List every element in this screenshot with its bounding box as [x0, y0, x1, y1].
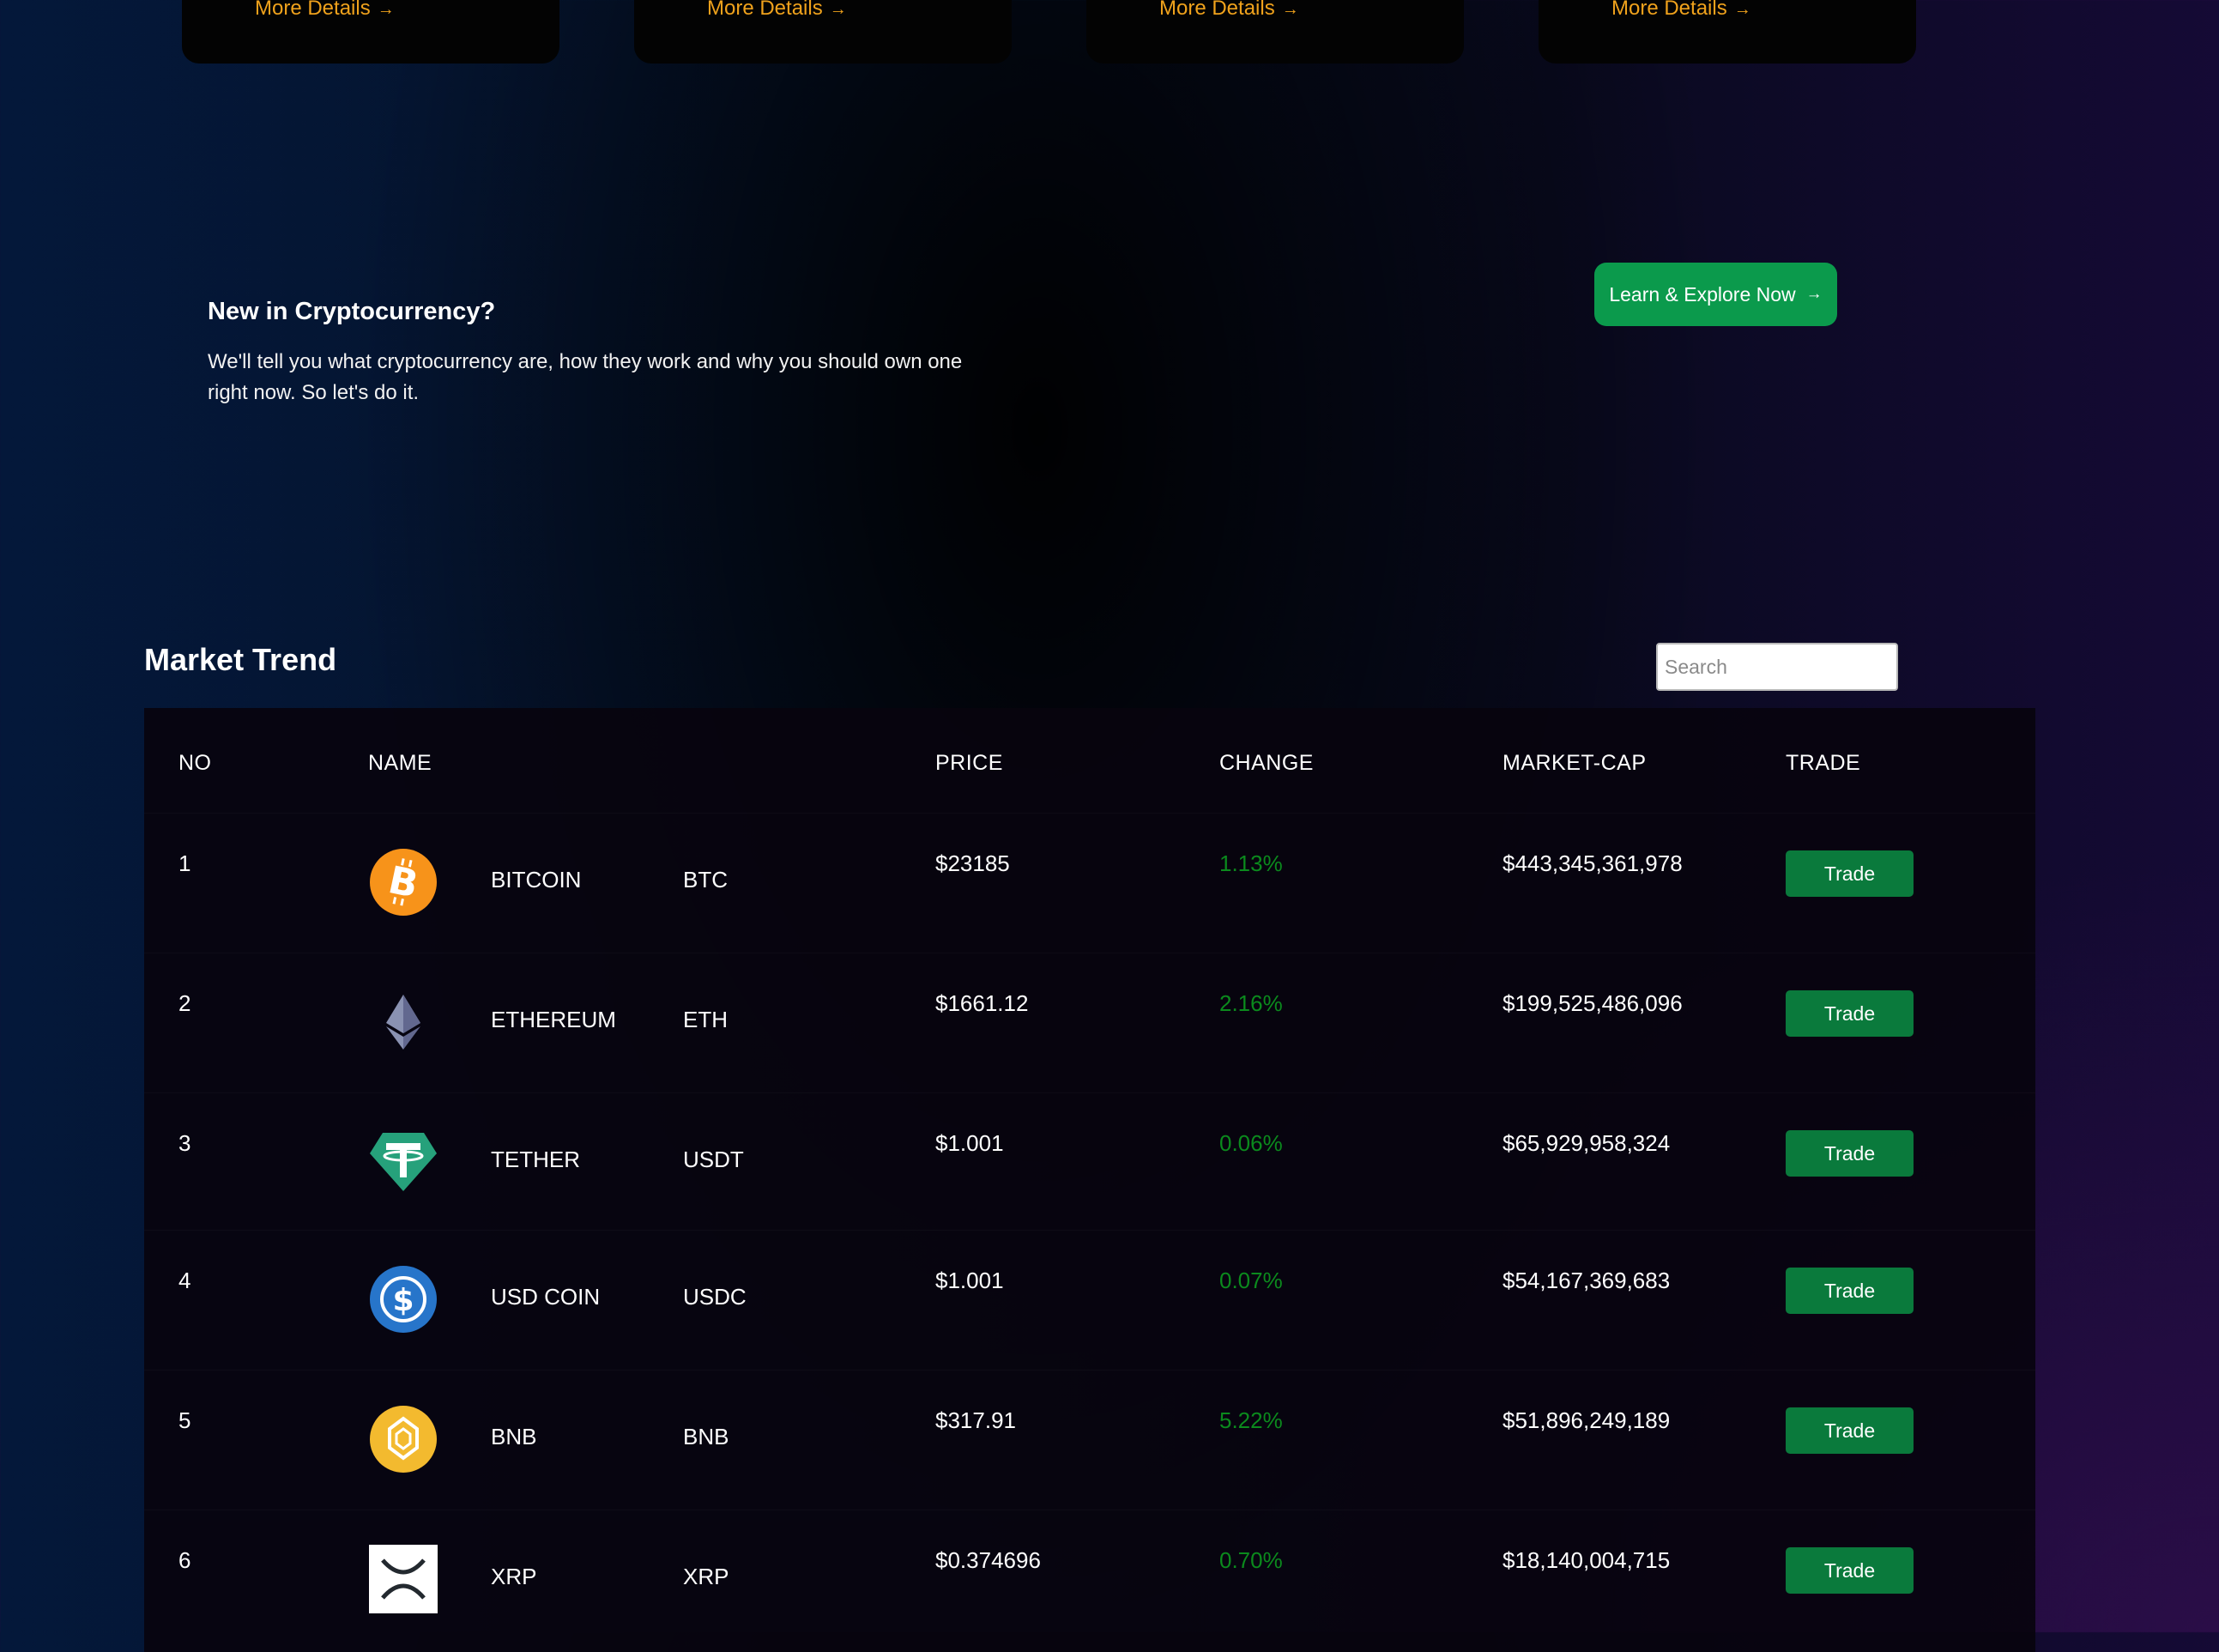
header-market-cap: MARKET-CAP	[1503, 751, 1647, 775]
coin-name: USD COIN	[491, 1284, 601, 1310]
trade-button[interactable]: Trade	[1786, 1547, 1914, 1594]
header-name: NAME	[368, 751, 432, 775]
row-number: 2	[178, 990, 191, 1016]
coin-price: $1.001	[935, 1130, 1004, 1156]
table-row: 6 XRP XRP $0.374696 0.70% $18,140,004,71…	[144, 1510, 2035, 1650]
xrp-icon	[369, 1545, 438, 1613]
trade-button[interactable]: Trade	[1786, 1407, 1914, 1454]
search-input[interactable]	[1656, 643, 1898, 691]
coin-symbol: XRP	[683, 1564, 729, 1589]
more-details-label: More Details	[1611, 0, 1727, 20]
feature-card-1: More Details →	[182, 0, 559, 64]
feature-card-3: More Details →	[1086, 0, 1464, 64]
table-row: 3 TETHER USDT $1.001 0.06% $65,929,958,3…	[144, 1092, 2035, 1233]
row-number: 4	[178, 1268, 191, 1293]
feature-card-2: More Details →	[634, 0, 1012, 64]
coin-symbol: BTC	[683, 867, 728, 893]
coin-name: ETHEREUM	[491, 1007, 616, 1032]
arrow-right-icon: →	[1805, 285, 1823, 303]
more-details-label: More Details	[1159, 0, 1275, 20]
coin-price: $23185	[935, 850, 1010, 876]
arrow-right-icon: →	[377, 0, 395, 19]
more-details-link[interactable]: More Details →	[255, 0, 395, 21]
svg-text:$: $	[392, 1283, 414, 1318]
feature-card-4: More Details →	[1539, 0, 1916, 64]
coin-market-cap: $51,896,249,189	[1503, 1407, 1671, 1433]
row-number: 6	[178, 1547, 191, 1573]
bnb-icon	[370, 1406, 437, 1473]
row-number: 1	[178, 850, 191, 876]
coin-price: $317.91	[935, 1407, 1016, 1433]
header-no: NO	[178, 751, 212, 775]
coin-symbol: USDC	[683, 1284, 747, 1310]
header-trade: TRADE	[1786, 751, 1861, 775]
coin-change: 1.13%	[1219, 850, 1283, 876]
coin-price: $1661.12	[935, 990, 1029, 1016]
trade-button[interactable]: Trade	[1786, 990, 1914, 1037]
bitcoin-icon: B	[370, 849, 437, 916]
arrow-right-icon: →	[1733, 0, 1751, 19]
more-details-label: More Details	[255, 0, 371, 20]
market-table: NO NAME PRICE CHANGE MARKET-CAP TRADE 1 …	[144, 708, 2035, 1652]
tether-icon	[370, 1133, 437, 1191]
intro-title: New in Cryptocurrency?	[208, 298, 496, 325]
coin-market-cap: $18,140,004,715	[1503, 1547, 1671, 1573]
header-change: CHANGE	[1219, 751, 1314, 775]
ethereum-icon	[386, 995, 420, 1050]
table-row: 5 BNB BNB $317.91 5.22% $51,896,249,189 …	[144, 1370, 2035, 1510]
coin-name: BITCOIN	[491, 867, 582, 893]
header-price: PRICE	[935, 751, 1003, 775]
trade-button[interactable]: Trade	[1786, 1130, 1914, 1177]
coin-symbol: USDT	[683, 1147, 744, 1172]
coin-market-cap: $65,929,958,324	[1503, 1130, 1671, 1156]
coin-price: $0.374696	[935, 1547, 1041, 1573]
row-number: 5	[178, 1407, 191, 1433]
coin-name: XRP	[491, 1564, 537, 1589]
coin-name: TETHER	[491, 1147, 580, 1172]
coin-price: $1.001	[935, 1268, 1004, 1293]
coin-market-cap: $199,525,486,096	[1503, 990, 1683, 1016]
more-details-link[interactable]: More Details →	[1611, 0, 1751, 21]
more-details-link[interactable]: More Details →	[1159, 0, 1299, 21]
table-row: 1 B BITCOIN BTC $23185 1.13% $443,345,36…	[144, 813, 2035, 953]
trade-button[interactable]: Trade	[1786, 1268, 1914, 1314]
coin-name: BNB	[491, 1424, 537, 1449]
intro-text: We'll tell you what cryptocurrency are, …	[208, 350, 963, 404]
arrow-right-icon: →	[1281, 0, 1299, 19]
coin-symbol: ETH	[683, 1007, 728, 1032]
coin-change: 0.07%	[1219, 1268, 1283, 1293]
more-details-link[interactable]: More Details →	[707, 0, 847, 21]
coin-change: 0.70%	[1219, 1547, 1283, 1573]
arrow-right-icon: →	[829, 0, 847, 19]
coin-change: 0.06%	[1219, 1130, 1283, 1156]
coin-change: 2.16%	[1219, 990, 1283, 1016]
coin-change: 5.22%	[1219, 1407, 1283, 1433]
learn-explore-button[interactable]: Learn & Explore Now →	[1594, 263, 1837, 326]
coin-market-cap: $443,345,361,978	[1503, 850, 1683, 876]
table-row: 4 $ USD COIN USDC $1.001 0.07% $54,167,3…	[144, 1230, 2035, 1371]
more-details-label: More Details	[707, 0, 823, 20]
trade-button[interactable]: Trade	[1786, 850, 1914, 897]
market-trend-title: Market Trend	[144, 642, 337, 677]
learn-explore-label: Learn & Explore Now	[1609, 282, 1796, 306]
coin-market-cap: $54,167,369,683	[1503, 1268, 1671, 1293]
coin-symbol: BNB	[683, 1424, 729, 1449]
table-header: NO NAME PRICE CHANGE MARKET-CAP TRADE	[144, 708, 2035, 811]
table-row: 2 ETHEREUM ETH $1661.12 2.16% $199,525,4…	[144, 953, 2035, 1093]
row-number: 3	[178, 1130, 191, 1156]
usd-coin-icon: $	[370, 1266, 437, 1333]
